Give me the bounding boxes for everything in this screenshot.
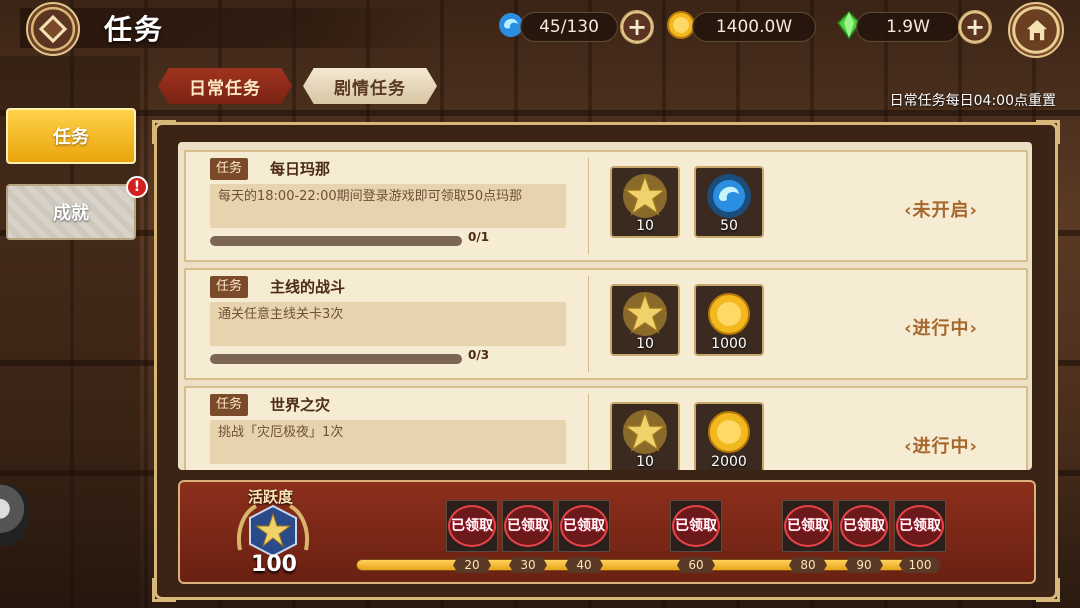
claimed-stamp: 已领取 bbox=[896, 505, 944, 547]
claimed-stamp: 已领取 bbox=[784, 505, 832, 547]
add-mana-button[interactable]: + bbox=[620, 10, 654, 44]
task-name: 每日玛那 bbox=[270, 160, 331, 178]
gold-value: 1400.0W bbox=[715, 17, 793, 37]
claimed-stamp: 已领取 bbox=[840, 505, 888, 547]
mana-value: 45/130 bbox=[539, 17, 599, 37]
side-item-tasks[interactable]: 任务 bbox=[6, 108, 136, 164]
reward-slot[interactable]: 10 bbox=[610, 166, 680, 238]
diamond-icon bbox=[38, 14, 68, 44]
milestone-marker: 30 bbox=[509, 557, 547, 573]
task-name: 主线的战斗 bbox=[270, 278, 346, 296]
reward-qty: 1000 bbox=[711, 336, 747, 352]
gold-coin-icon bbox=[708, 293, 750, 335]
tab-daily-label: 日常任务 bbox=[189, 78, 261, 99]
reward-slot[interactable]: 1000 bbox=[694, 284, 764, 356]
gold-coin-icon bbox=[708, 411, 750, 453]
task-progress-text: 0/1 bbox=[468, 230, 490, 244]
task-status[interactable]: ‹未开启› bbox=[886, 196, 996, 222]
reset-note: 日常任务每日04:00点重置 bbox=[889, 93, 1056, 109]
task-row: 任务 每日玛那 每天的18:00-22:00期间登录游戏即可领取50点玛那 0/… bbox=[184, 150, 1028, 262]
gem-value: 1.9W bbox=[886, 17, 930, 37]
task-status[interactable]: ‹进行中› bbox=[886, 314, 996, 340]
task-progress-text: 0/3 bbox=[468, 348, 490, 362]
tab-story-label: 剧情任务 bbox=[334, 78, 406, 99]
milestone-marker: 20 bbox=[453, 557, 491, 573]
milestone-chest[interactable]: 已领取 bbox=[446, 500, 498, 552]
home-button[interactable] bbox=[1008, 2, 1064, 58]
gold-star-icon bbox=[622, 291, 668, 336]
task-status-label: 进行中 bbox=[912, 318, 970, 339]
task-progress-bar bbox=[210, 236, 462, 246]
page-title: 任务 bbox=[104, 13, 165, 46]
milestone-chest[interactable]: 已领取 bbox=[670, 500, 722, 552]
side-item-label: 任务 bbox=[53, 127, 89, 148]
task-tag: 任务 bbox=[210, 276, 249, 298]
mana-counter: 45/130 bbox=[520, 12, 618, 42]
milestone-marker: 100 bbox=[899, 557, 941, 573]
task-status[interactable]: ‹进行中› bbox=[886, 432, 996, 458]
task-description: 通关任意主线关卡3次 bbox=[210, 302, 566, 346]
gold-star-icon bbox=[622, 173, 668, 218]
gold-star-icon bbox=[622, 409, 668, 454]
task-status-label: 进行中 bbox=[912, 436, 970, 457]
reward-slot[interactable]: 10 bbox=[610, 402, 680, 470]
back-button[interactable] bbox=[26, 2, 80, 56]
task-name: 世界之灾 bbox=[270, 396, 331, 414]
task-tag: 任务 bbox=[210, 158, 249, 180]
activity-value: 100 bbox=[251, 552, 297, 577]
task-status-label: 未开启 bbox=[912, 200, 970, 221]
reward-qty: 2000 bbox=[711, 454, 747, 470]
claimed-stamp: 已领取 bbox=[448, 505, 496, 547]
reward-qty: 10 bbox=[636, 218, 654, 234]
milestone-marker: 40 bbox=[565, 557, 603, 573]
milestone-marker: 60 bbox=[677, 557, 715, 573]
milestone-chest[interactable]: 已领取 bbox=[894, 500, 946, 552]
reward-qty: 50 bbox=[720, 218, 738, 234]
milestone-chest[interactable]: 已领取 bbox=[502, 500, 554, 552]
task-row: 任务 世界之灾 挑战「灾厄极夜」1次 10 2000 ‹进行中› bbox=[184, 386, 1028, 470]
side-item-label: 成就 bbox=[53, 203, 89, 224]
reward-slot[interactable]: 2000 bbox=[694, 402, 764, 470]
add-gem-button[interactable]: + bbox=[958, 10, 992, 44]
home-icon bbox=[1023, 17, 1051, 42]
reward-slot[interactable]: 10 bbox=[610, 284, 680, 356]
notification-badge: ! bbox=[126, 176, 148, 198]
gem-counter: 1.9W bbox=[856, 12, 960, 42]
task-description: 每天的18:00-22:00期间登录游戏即可领取50点玛那 bbox=[210, 184, 566, 228]
milestone-chest[interactable]: 已领取 bbox=[558, 500, 610, 552]
blue-spirit-icon bbox=[707, 174, 751, 218]
reward-slot[interactable]: 50 bbox=[694, 166, 764, 238]
task-tag: 任务 bbox=[210, 394, 249, 416]
task-list[interactable]: 任务 每日玛那 每天的18:00-22:00期间登录游戏即可领取50点玛那 0/… bbox=[178, 142, 1032, 470]
tab-daily-tasks[interactable]: 日常任务 bbox=[158, 68, 292, 104]
task-progress-bar bbox=[210, 354, 462, 364]
reward-qty: 10 bbox=[636, 454, 654, 470]
claimed-stamp: 已领取 bbox=[560, 505, 608, 547]
milestone-chest[interactable]: 已领取 bbox=[782, 500, 834, 552]
task-description: 挑战「灾厄极夜」1次 bbox=[210, 420, 566, 464]
task-row: 任务 主线的战斗 通关任意主线关卡3次 0/3 10 1000 ‹进行中› bbox=[184, 268, 1028, 380]
tab-story-tasks[interactable]: 剧情任务 bbox=[303, 68, 437, 104]
claimed-stamp: 已领取 bbox=[672, 505, 720, 547]
gold-counter: 1400.0W bbox=[692, 12, 816, 42]
top-bar: 任务 45/130 + 1400.0W 1.9W + bbox=[0, 0, 1080, 58]
milestone-chest[interactable]: 已领取 bbox=[838, 500, 890, 552]
claimed-stamp: 已领取 bbox=[504, 505, 552, 547]
side-item-achievements[interactable]: 成就 bbox=[6, 184, 136, 240]
milestone-marker: 80 bbox=[789, 557, 827, 573]
milestone-marker: 90 bbox=[845, 557, 883, 573]
reward-qty: 10 bbox=[636, 336, 654, 352]
